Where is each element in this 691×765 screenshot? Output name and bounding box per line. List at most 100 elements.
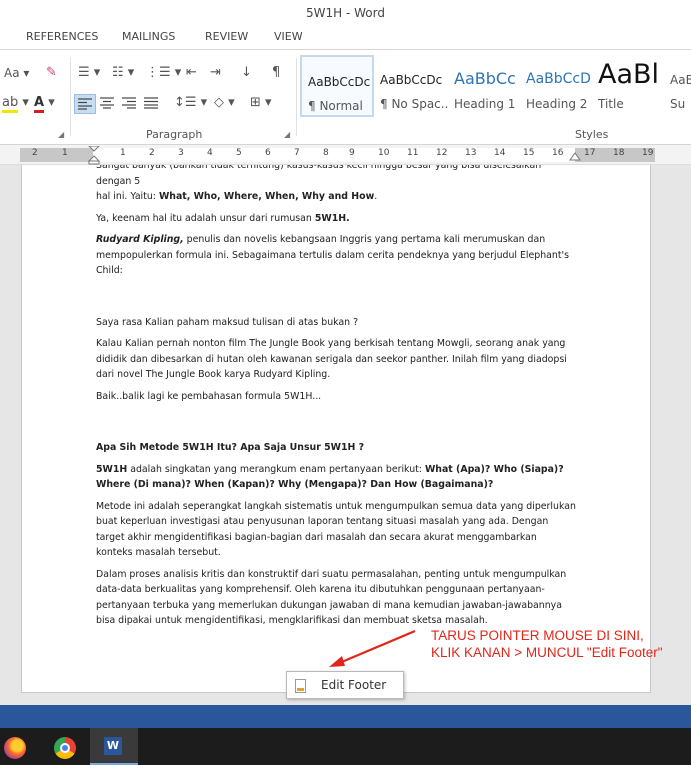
tab-review[interactable]: REVIEW (205, 30, 248, 43)
tab-references[interactable]: REFERENCES (26, 30, 98, 43)
sort-icon[interactable]: ↓ (241, 66, 252, 80)
ruler-number: 15 (523, 148, 535, 158)
document-page[interactable]: Sangat banyak (bahkan tidak terhitung) k… (21, 165, 651, 693)
change-case-button[interactable]: Aa ▾ (4, 66, 29, 80)
ruler-number: 14 (494, 148, 506, 158)
style-title[interactable]: AaBl Title (592, 55, 666, 117)
text-run: hal ini. Yaitu: (96, 191, 159, 202)
ribbon-separator (70, 58, 71, 136)
indent-marker-icon[interactable] (88, 146, 100, 165)
context-menu: Edit Footer (286, 671, 404, 699)
tab-view[interactable]: VIEW (274, 30, 303, 43)
text-run: Ya, keenam hal itu adalah unsur dari rum… (96, 212, 315, 224)
horizontal-ruler[interactable]: 2 1 1 2 3 4 5 6 7 8 9 10 11 12 13 14 15 … (0, 145, 691, 165)
ribbon: Aa ▾ ✎ ab ▾ A ▾ ◢ ☰ ▾ ☷ ▾ ⋮☰ ▾ ⇤ ⇥ ↓ ¶ ↕… (0, 50, 691, 145)
ruler-number: 1 (120, 148, 126, 158)
paragraph: 5W1H adalah singkatan yang merangkum ena… (96, 462, 576, 493)
document-body[interactable]: Sangat banyak (bahkan tidak terhitung) k… (96, 165, 576, 635)
ruler-number: 3 (178, 148, 184, 158)
ruler-number: 11 (407, 148, 419, 158)
annotation-line: TARUS POINTER MOUSE DI SINI, (431, 628, 644, 643)
status-bar (0, 705, 691, 728)
text-run: . (374, 191, 378, 202)
style-sample: AaBbCc (454, 69, 516, 88)
text-run: Sangat banyak (bahkan tidak terhitung) k… (96, 165, 542, 187)
ruler-number: 19 (642, 148, 654, 158)
style-name: ¶ Normal (308, 99, 363, 113)
align-right-icon[interactable] (122, 97, 136, 113)
ruler-number: 2 (149, 148, 155, 158)
paragraph: Saya rasa Kalian paham maksud tulisan di… (96, 316, 359, 328)
style-name: ¶ No Spac... (380, 97, 448, 111)
ruler-number: 12 (436, 148, 448, 158)
text-run-bold: 5W1H (96, 463, 128, 475)
heading: Apa Sih Metode 5W1H Itu? Apa Saja Unsur … (96, 442, 365, 453)
highlight-color-icon[interactable]: ab ▾ (2, 95, 29, 113)
paragraph: Baik..balik lagi ke pembahasan formula 5… (96, 390, 322, 402)
style-heading-2[interactable]: AaBbCcD Heading 2 (520, 55, 594, 117)
font-color-icon[interactable]: A ▾ (34, 95, 55, 113)
justify-icon[interactable] (144, 97, 158, 113)
align-center-icon[interactable] (100, 97, 114, 113)
style-sample: AaBbCcDc (308, 75, 371, 89)
increase-indent-icon[interactable]: ⇥ (210, 66, 221, 80)
paragraph: Kalau Kalian pernah nonton film The Jung… (96, 338, 567, 380)
tab-mailings[interactable]: MAILINGS (122, 30, 175, 43)
ruler-number: 16 (552, 148, 564, 158)
ruler-left-margin (20, 148, 93, 162)
footer-icon (295, 679, 306, 693)
style-normal[interactable]: AaBbCcDc ¶ Normal (300, 55, 374, 117)
bullets-icon[interactable]: ☰ ▾ (78, 66, 100, 80)
styles-gallery: AaBbCcDc ¶ Normal AaBbCcDc ¶ No Spac... … (298, 55, 691, 117)
paragraph: Sangat banyak (bahkan tidak terhitung) k… (96, 165, 576, 205)
edit-footer-label: Edit Footer (321, 678, 387, 692)
align-left-icon[interactable] (74, 94, 96, 114)
borders-icon[interactable]: ⊞ ▾ (250, 96, 272, 110)
annotation-line: KLIK KANAN > MUNCUL "Edit Footer" (431, 645, 663, 660)
ruler-number: 10 (378, 148, 390, 158)
line-spacing-icon[interactable]: ↕☰ ▾ (174, 96, 207, 110)
taskbar: W (0, 728, 691, 765)
ruler-number: 2 (32, 148, 38, 158)
ruler-number: 1 (62, 148, 68, 158)
word-taskbar-button[interactable]: W (90, 728, 138, 765)
show-paragraph-marks-icon[interactable]: ¶ (272, 66, 280, 80)
ruler-number: 9 (349, 148, 355, 158)
empty-space (96, 410, 576, 440)
change-case-label: Aa (4, 66, 20, 80)
shading-icon[interactable]: ◇ ▾ (214, 96, 235, 110)
style-sample: AaBl (598, 59, 660, 90)
firefox-icon[interactable] (4, 737, 26, 759)
font-dialog-launcher-icon[interactable]: ◢ (58, 130, 64, 139)
text-run-bold-italic: Rudyard Kipling, (96, 234, 184, 245)
document-area[interactable]: Sangat banyak (bahkan tidak terhitung) k… (0, 165, 691, 705)
text-run-bold: What, Who, Where, When, Why and How (158, 191, 375, 202)
chrome-icon[interactable] (54, 737, 76, 759)
style-sample: AaBbCcDc (380, 73, 443, 87)
style-name: Heading 1 (454, 97, 516, 111)
ribbon-tabs: REFERENCES MAILINGS REVIEW VIEW (0, 26, 691, 50)
multilevel-list-icon[interactable]: ⋮☰ ▾ (146, 66, 181, 80)
decrease-indent-icon[interactable]: ⇤ (186, 66, 197, 80)
empty-space (96, 285, 576, 315)
style-no-spacing[interactable]: AaBbCcDc ¶ No Spac... (374, 55, 448, 117)
ruler-number: 8 (323, 148, 329, 158)
paragraph: Dalam proses analisis kritis dan konstru… (96, 568, 567, 627)
numbering-icon[interactable]: ☷ ▾ (112, 66, 134, 80)
right-indent-marker-icon[interactable] (569, 151, 581, 163)
style-heading-1[interactable]: AaBbCc Heading 1 (448, 55, 522, 117)
ruler-number: 7 (294, 148, 300, 158)
clear-formatting-icon[interactable]: ✎ (46, 66, 57, 80)
style-name: Su (670, 97, 686, 111)
annotation-text: TARUS POINTER MOUSE DI SINI, KLIK KANAN … (431, 627, 663, 661)
text-run: adalah singkatan yang merangkum enam per… (127, 463, 425, 475)
title-bar: 5W1H - Word (0, 0, 691, 26)
paragraph-dialog-launcher-icon[interactable]: ◢ (284, 130, 290, 139)
ruler-number: 4 (207, 148, 213, 158)
ruler-number: 13 (465, 148, 477, 158)
edit-footer-menu-item[interactable]: Edit Footer (287, 672, 403, 698)
style-subtitle[interactable]: AaB Su (664, 55, 691, 117)
style-name: Heading 2 (526, 97, 588, 111)
ruler-number: 6 (265, 148, 271, 158)
window-title: 5W1H - Word (306, 6, 385, 20)
